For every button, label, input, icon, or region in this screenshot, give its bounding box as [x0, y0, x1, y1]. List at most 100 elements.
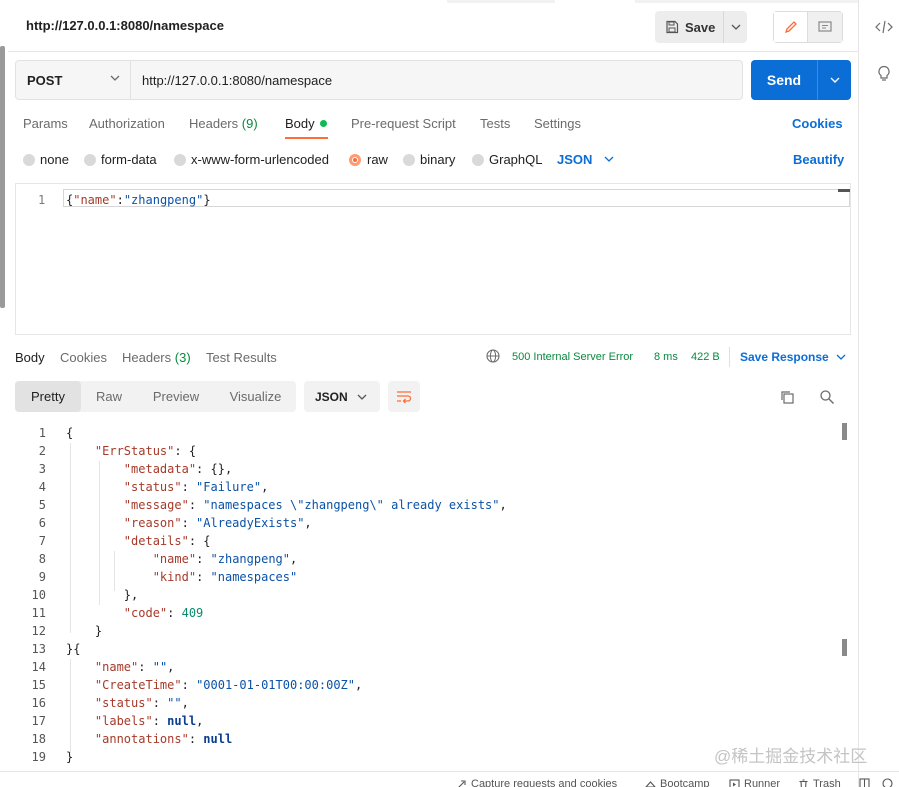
bootcamp-label: Bootcamp [660, 778, 710, 787]
edit-mode-button[interactable] [774, 12, 808, 42]
globe-icon[interactable] [486, 349, 500, 366]
lightbulb-icon[interactable] [875, 65, 893, 83]
pencil-icon [784, 21, 797, 34]
capture-requests-button[interactable]: Capture requests and cookies [456, 778, 617, 787]
view-raw[interactable]: Raw [81, 381, 137, 412]
view-visualize[interactable]: Visualize [215, 381, 296, 412]
chevron-down-icon [731, 24, 740, 30]
tab-authorization[interactable]: Authorization [89, 116, 165, 131]
send-label: Send [766, 72, 802, 88]
chevron-down-icon [110, 75, 120, 81]
body-indicator-dot [319, 120, 327, 127]
request-body-code[interactable]: {"name":"zhangpeng"} [66, 193, 211, 207]
save-icon [666, 20, 679, 34]
send-options-button[interactable] [818, 77, 851, 83]
view-preview[interactable]: Preview [137, 381, 215, 412]
tab-tests[interactable]: Tests [480, 116, 510, 131]
method-label: POST [27, 72, 63, 88]
capture-icon [457, 779, 466, 787]
tab-response-cookies[interactable]: Cookies [60, 350, 107, 365]
active-tab-underline [285, 137, 328, 139]
radio-form-data[interactable] [84, 154, 96, 166]
sidebar-scrollbar[interactable] [0, 46, 5, 308]
trash-icon [799, 778, 808, 787]
radio-raw[interactable] [349, 154, 361, 166]
radio-none[interactable] [23, 154, 35, 166]
radio-none-label: none [40, 152, 69, 167]
save-button[interactable]: Save [655, 11, 723, 43]
save-options-button[interactable] [723, 11, 747, 43]
beautify-button[interactable]: Beautify [793, 152, 844, 167]
response-size[interactable]: 422 B [691, 351, 720, 363]
watermark: @稀土掘金技术社区 [714, 747, 868, 766]
headers-count: (9) [241, 116, 258, 131]
search-icon[interactable] [819, 389, 835, 408]
url-text: http://127.0.0.1:8080/namespace [142, 72, 333, 88]
tab-prerequest-script[interactable]: Pre-request Script [351, 116, 456, 131]
trash-button[interactable]: Trash [798, 778, 841, 787]
tab-settings[interactable]: Settings [534, 116, 581, 131]
tab-test-results[interactable]: Test Results [206, 350, 277, 365]
trash-label: Trash [813, 778, 841, 787]
tab-body[interactable]: Body [285, 116, 327, 131]
body-format-label: JSON [557, 152, 593, 167]
mode-toggle [773, 11, 843, 43]
radio-graphql[interactable] [472, 154, 484, 166]
save-response-button[interactable]: Save Response [740, 350, 846, 364]
line-number: 1 [38, 193, 46, 207]
send-button[interactable]: Send [751, 60, 851, 100]
right-context-bar [858, 0, 899, 787]
editor-scroll-thumb[interactable] [838, 189, 850, 192]
bootcamp-button[interactable]: Bootcamp [645, 778, 710, 787]
response-time[interactable]: 8 ms [654, 351, 678, 363]
method-select[interactable]: POST [15, 60, 131, 100]
response-scrollbar-marker[interactable] [842, 639, 847, 656]
radio-urlencoded[interactable] [174, 154, 186, 166]
body-format-select[interactable]: JSON [557, 152, 614, 167]
save-label: Save [685, 19, 716, 35]
tab-params[interactable]: Params [23, 116, 68, 131]
code-key: "name" [73, 193, 117, 207]
radio-graphql-label: GraphQL [489, 152, 543, 167]
body-type-radios: none form-data x-www-form-urlencoded raw… [23, 152, 844, 168]
response-format-select[interactable]: JSON [304, 381, 380, 412]
cookies-link[interactable]: Cookies [792, 116, 843, 131]
response-status[interactable]: 500 Internal Server Error [512, 351, 633, 363]
response-view-tabs: Pretty Raw Preview Visualize [15, 381, 296, 412]
radio-binary-label: binary [420, 152, 456, 167]
help-icon[interactable] [882, 778, 893, 787]
tab-headers[interactable]: Headers (9) [189, 116, 258, 131]
tab-response-headers-label: Headers [122, 350, 172, 365]
request-title[interactable]: http://127.0.0.1:8080/namespace [26, 18, 224, 33]
chevron-down-icon [836, 354, 846, 360]
comment-icon [818, 20, 832, 32]
tab-body-label: Body [285, 116, 315, 131]
response-scrollbar-marker[interactable] [842, 423, 847, 440]
capture-label: Capture requests and cookies [471, 778, 618, 787]
response-line-numbers: 1 2 3 4 5 6 7 8 9 10 11 12 13 14 15 16 17 18 19 [31, 426, 46, 764]
copy-icon[interactable] [779, 389, 795, 408]
tab-response-body[interactable]: Body [15, 350, 45, 365]
runner-icon [729, 778, 740, 787]
response-body-code[interactable]: { "ErrStatus": { "metadata": {}, "status… [66, 424, 507, 766]
radio-binary[interactable] [403, 154, 415, 166]
view-pretty[interactable]: Pretty [15, 381, 81, 412]
request-tabs: Params Authorization Headers (9) Body Pr… [23, 116, 843, 142]
tab-headers-label: Headers [189, 116, 239, 131]
url-input[interactable]: http://127.0.0.1:8080/namespace [131, 60, 743, 100]
wrap-lines-button[interactable] [388, 381, 420, 412]
response-format-label: JSON [315, 389, 348, 404]
runner-button[interactable]: Runner [729, 778, 780, 787]
response-headers-count: (3) [174, 350, 191, 365]
comment-mode-button[interactable] [808, 12, 842, 42]
tab-response-headers[interactable]: Headers (3) [122, 350, 191, 365]
tab-strip-active [447, 0, 555, 3]
bootcamp-icon [645, 780, 656, 787]
code-icon[interactable] [875, 18, 893, 36]
radio-raw-label: raw [367, 152, 388, 167]
tab-response-body-label: Body [15, 350, 45, 365]
code-string: "zhangpeng" [123, 193, 204, 207]
status-bar: Capture requests and cookies Bootcamp Ru… [0, 771, 899, 787]
layout-toggle-icon[interactable] [859, 778, 870, 787]
chevron-down-icon [830, 77, 839, 83]
